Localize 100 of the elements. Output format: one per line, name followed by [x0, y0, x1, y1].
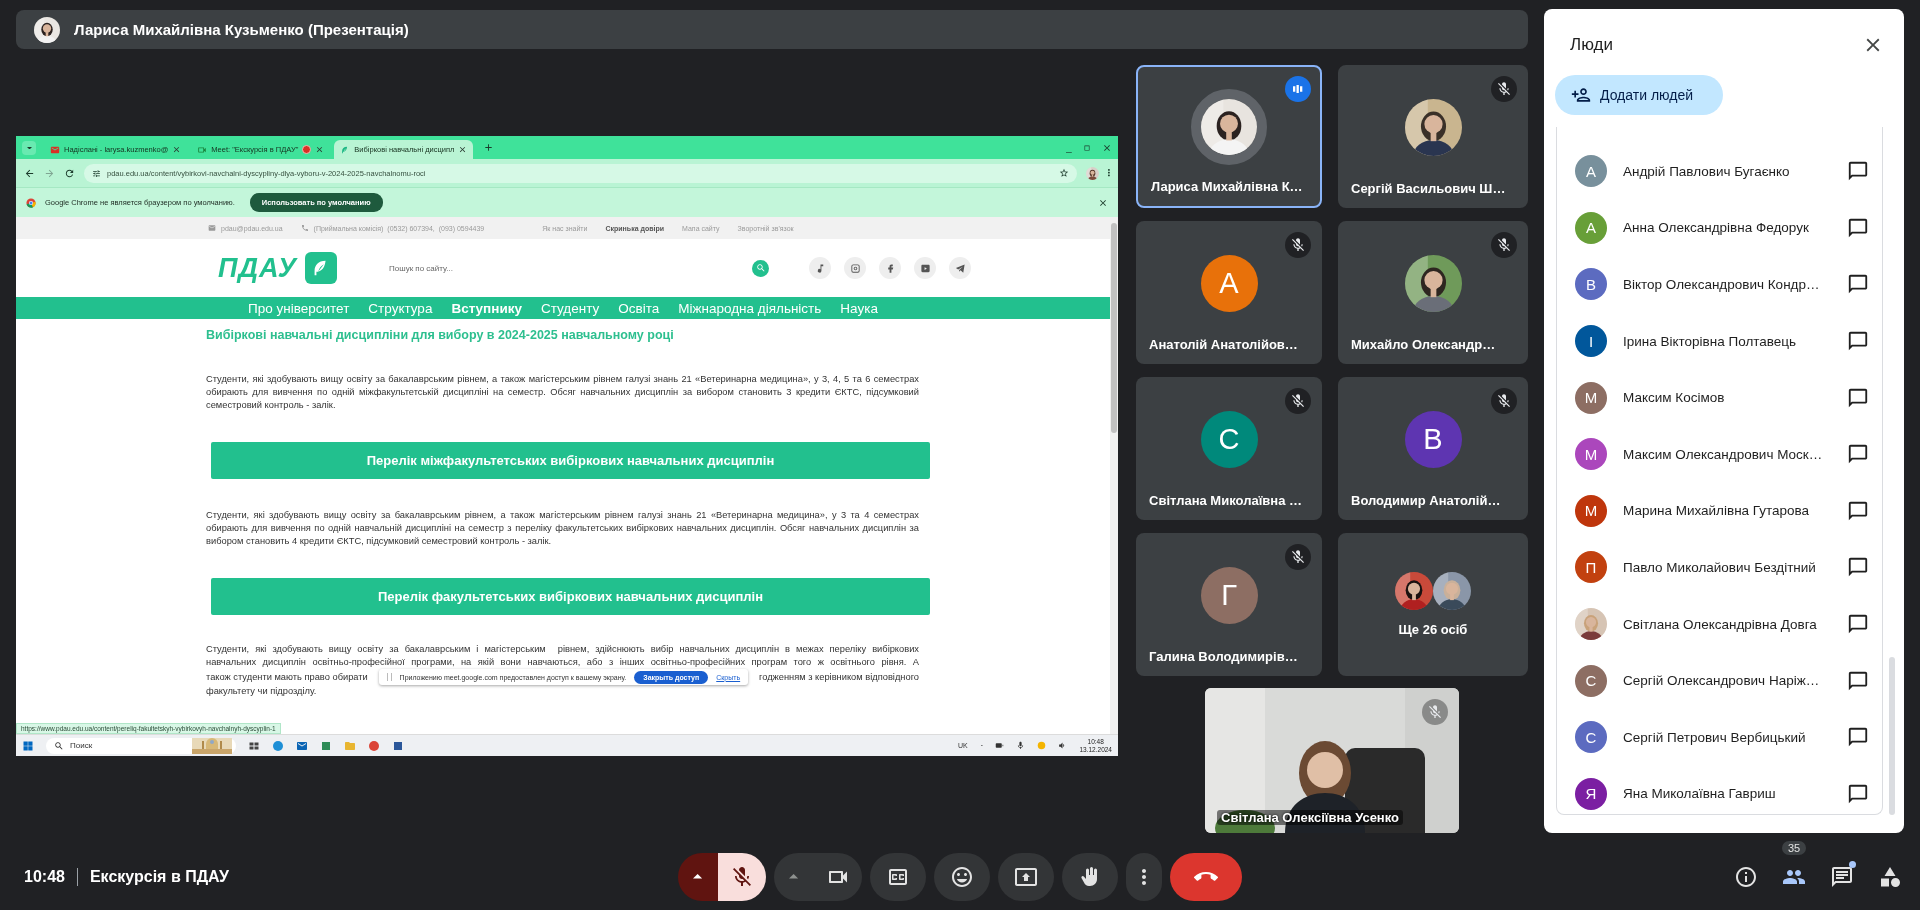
participant-name: Анатолій Анатолійов… [1148, 337, 1299, 354]
social-link-icon[interactable] [809, 257, 831, 279]
social-link-icon[interactable] [844, 257, 866, 279]
avatar-initial: П [1575, 551, 1607, 584]
more-participants-label[interactable]: Ще 26 осіб [1398, 622, 1468, 637]
chat-bubble-icon [1847, 216, 1869, 239]
close-icon[interactable] [315, 145, 325, 154]
scrollbar[interactable] [1889, 657, 1895, 815]
grip-icon[interactable] [386, 673, 392, 681]
mic-off-icon [730, 864, 754, 889]
reactions-button[interactable] [934, 852, 990, 901]
avatar-initial: І [1575, 325, 1607, 358]
participant-name: Михайло Олександр… [1350, 337, 1497, 354]
new-tab-icon[interactable] [483, 142, 495, 153]
paragraph-line: факультету чи підрозділу. [206, 685, 318, 698]
avatar-initial: С [1200, 410, 1258, 468]
close-icon[interactable] [172, 145, 182, 154]
participant-name: Ірина Вікторівна Полтавець [1623, 333, 1798, 349]
site-info-icon[interactable] [92, 168, 101, 178]
mic-icon[interactable] [1016, 741, 1026, 750]
presenter-name: Лариса Михайлівна Кузьменко (Презентація) [74, 21, 409, 38]
close-icon[interactable] [1102, 143, 1112, 153]
search-icon [755, 263, 766, 273]
scrollbar[interactable] [1110, 217, 1118, 734]
participant-name: Сергій Олександрович Наріж… [1623, 673, 1821, 689]
app-icon[interactable] [272, 739, 284, 752]
present-button[interactable] [998, 852, 1054, 901]
chat-bubble-icon [1847, 386, 1869, 409]
mail-icon [50, 144, 60, 155]
avatar-initial: А [1575, 211, 1607, 244]
avatar-initial: М [1575, 381, 1607, 414]
browser-logo-icon [26, 197, 36, 208]
paragraph: Студенти, які здобувають вищу освіту за бакалаврським рівнем, а також магістерським рівнем галузі знань 21 «Ветеринарна медицина», у 3 та 4 семестрах обирають для вивчення по одній навчальній дисципліні на семестр з переліку факультетських вибіркових навчальних дисциплін. Обсяг навчальних дисциплін за вибором становить 4 кредити ЄКТС, підсумковий семестровий контроль - залік. [206, 509, 919, 548]
paragraph-line: навчальних дисциплін освітньо-професійної програми, на якій вони навчаються, або з інших освітньо-професійних програм того ж освітнього рівня. А [206, 656, 919, 669]
info-icon [1734, 864, 1758, 889]
participant-name: Світлана Олександрівна Довга [1623, 616, 1818, 632]
social-link-icon[interactable] [879, 257, 901, 279]
raise-hand-button[interactable] [1062, 852, 1118, 901]
meeting-title: Екскурсія в ПДАУ [88, 867, 229, 886]
close-icon[interactable] [1098, 197, 1108, 208]
close-icon[interactable] [458, 145, 468, 154]
app-icon[interactable] [368, 739, 380, 752]
clock-time: 10:48 [24, 867, 78, 886]
paragraph-line: також студенти мають право обирати [206, 670, 368, 684]
avatar-initial: Г [1200, 566, 1258, 624]
reload-icon[interactable] [64, 167, 75, 179]
search-field[interactable]: Пошук по сайту... [389, 263, 752, 273]
participant-name: Андрій Павлович Бугаєнко [1623, 163, 1791, 179]
windows-logo-icon[interactable] [22, 739, 34, 752]
participant-name: Анна Олександрівна Федорук [1623, 220, 1810, 236]
person-add-icon [1571, 85, 1591, 105]
page-heading: Вибіркові навчальні дисципліни для вибору в 2024-2025 навчальному році [206, 327, 675, 343]
social-link-icon[interactable] [949, 257, 971, 279]
search-placeholder: Поиск [70, 741, 94, 750]
camera-button[interactable] [814, 852, 862, 901]
participant-name: Володимир Анатолій… [1350, 493, 1502, 510]
avatar-initial: В [1575, 268, 1607, 301]
app-icon[interactable] [320, 739, 332, 752]
participant-name: Віктор Олександрович Кондр… [1623, 277, 1821, 292]
battery-icon[interactable] [995, 741, 1005, 750]
paragraph-line: Студенти, які здобувають вищу освіту за бакалаврським і магістерським рівнем, здійснюють вибір навчальних дисциплін в межах переліку вибіркових [206, 643, 919, 656]
leaf-logo-icon [305, 252, 337, 284]
back-icon[interactable] [24, 167, 35, 179]
social-link-icon[interactable] [914, 257, 936, 279]
avatar-initial: А [1575, 155, 1607, 188]
mail-icon [208, 224, 216, 232]
participant-count-badge: 35 [1782, 840, 1807, 855]
participant-name: Світлана Миколаївна … [1148, 493, 1303, 510]
avatar-initial: Я [1575, 777, 1607, 810]
participant-name: Світлана Олексіївна Усенко [1217, 810, 1403, 825]
participant-name: Павло Миколайович Бездітний [1623, 559, 1817, 575]
caret-icon [789, 874, 799, 879]
participant-name: Максим Косімов [1623, 390, 1726, 406]
captions-button[interactable] [870, 852, 926, 901]
participant-name: Сергій Васильович Ш… [1350, 181, 1507, 198]
paragraph-line: годженням з керівником відповідного [759, 670, 919, 684]
star-icon[interactable] [1059, 168, 1070, 178]
microphone-button[interactable] [718, 852, 766, 901]
smiley-icon [950, 864, 974, 889]
panel-title: Люди [1570, 35, 1613, 55]
taskbar-search-field[interactable]: Поиск [46, 737, 236, 754]
more-options-button[interactable] [1126, 852, 1162, 901]
avatar-initial: С [1575, 721, 1607, 754]
tab-search-button[interactable] [22, 141, 36, 155]
avatar-initial: М [1575, 494, 1607, 527]
participant-name: Яна Миколаївна Гавриш [1623, 786, 1777, 802]
caret-icon [693, 874, 703, 879]
add-people-button[interactable]: Додати людей [1555, 75, 1723, 115]
avatar-initial: А [1200, 254, 1258, 312]
paragraph: Студенти, які здобувають вищу освіту за бакалаврським рівнем, а також магістерським рівнем галузі знань 21 «Ветеринарна медицина», у 3, 4, 5 та 6 семестрах обирають для вивчення по одній міжфакультетській дисципліні на семестр. Обсяг навчальних дисциплін за вибором становить 3 кредити ЄКТС, підсумковий семестровий контроль - залік. [206, 373, 919, 412]
leave-call-button[interactable] [1170, 852, 1242, 901]
participant-name: Марина Михайлівна Гутарова [1623, 503, 1811, 519]
avatar-initial: М [1575, 438, 1607, 471]
phone-icon [300, 224, 309, 232]
chat-icon [1830, 864, 1854, 889]
app-icon[interactable] [296, 739, 308, 752]
app-icon[interactable] [392, 739, 404, 752]
participant-name: Сергій Петрович Вербицький [1623, 729, 1807, 745]
search-icon [54, 740, 64, 751]
avatar-initial: В [1404, 410, 1462, 468]
